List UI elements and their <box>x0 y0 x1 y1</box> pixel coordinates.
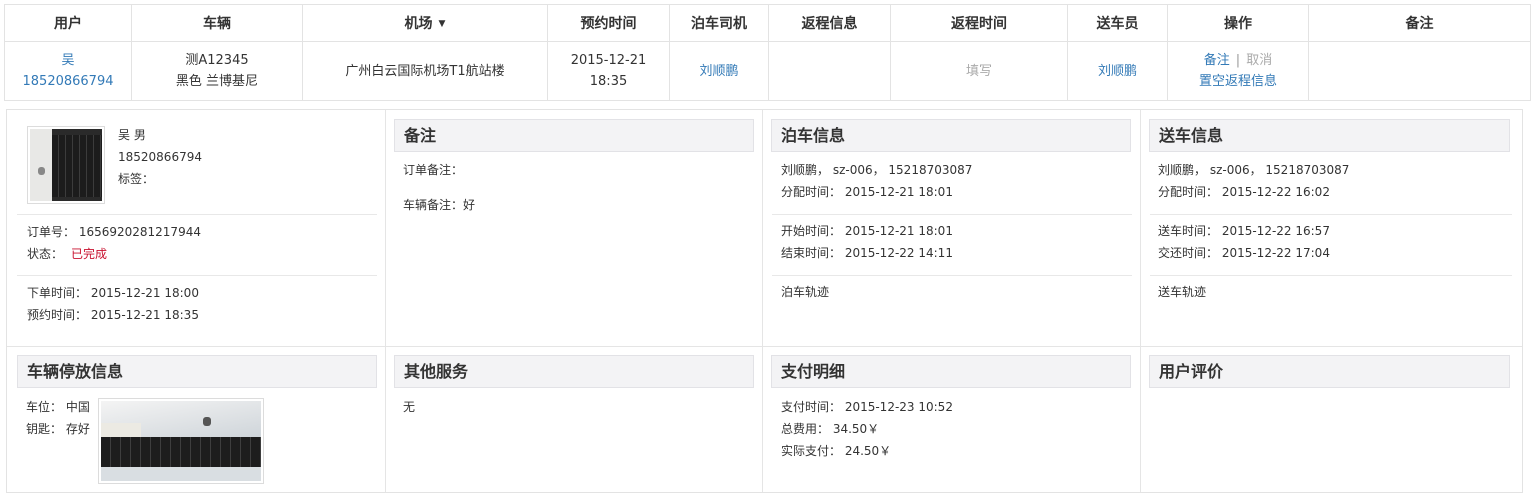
customer-phone: 18520866794 <box>118 150 202 164</box>
header-vehicle: 车辆 <box>131 4 303 42</box>
user-phone-link[interactable]: 18520866794 <box>5 71 131 92</box>
header-airport[interactable]: 机场 ▼ <box>302 4 548 42</box>
cell-vehicle: 测A12345 黑色 兰博基尼 <box>131 41 303 101</box>
customer-avatar <box>27 126 105 204</box>
action-separator: | <box>1235 53 1241 68</box>
parking-assign-time: 分配时间： 2015-12-21 18:01 <box>781 185 953 199</box>
cell-delivery: 刘顺鹏 <box>1067 41 1168 101</box>
parking-title: 泊车信息 <box>771 119 1131 152</box>
orders-table: 用户 车辆 机场 ▼ 预约时间 泊车司机 返程信息 返程时间 送车员 操作 备注 … <box>4 4 1531 101</box>
payment-title: 支付明细 <box>771 355 1131 388</box>
sort-caret-icon[interactable]: ▼ <box>439 19 446 29</box>
parking-driver-link[interactable]: 刘顺鹏 <box>699 64 738 79</box>
parking-end-time: 结束时间： 2015-12-22 14:11 <box>781 246 953 260</box>
order-remark: 订单备注： <box>403 163 464 177</box>
header-remark: 备注 <box>1308 4 1531 42</box>
remarks-title: 备注 <box>394 119 754 152</box>
payment-section: 支付明细 支付时间： 2015-12-23 10:52 总费用： 34.50￥ … <box>762 346 1140 492</box>
other-services-value: 无 <box>403 400 416 414</box>
status-badge: 已完成 <box>71 247 108 261</box>
header-return-time: 返程时间 <box>890 4 1068 42</box>
order-number: 订单号： 1656920281217944 <box>27 225 201 239</box>
review-section: 用户评价 <box>1140 346 1522 492</box>
header-parking-driver: 泊车司机 <box>669 4 769 42</box>
table-row[interactable]: 吴 18520866794 测A12345 黑色 兰博基尼 广州白云国际机场T1… <box>4 41 1531 101</box>
parking-spot: 车位： 中国 <box>26 400 90 414</box>
parking-track-link[interactable]: 泊车轨迹 <box>781 284 829 300</box>
clear-return-info-link[interactable]: 置空返程信息 <box>1199 74 1277 89</box>
cell-return-time: 填写 <box>890 41 1068 101</box>
handover-time: 交还时间： 2015-12-22 17:04 <box>1158 246 1330 260</box>
cell-return-info <box>768 41 891 101</box>
reserve-date: 2015-12-21 <box>570 53 647 68</box>
header-action: 操作 <box>1167 4 1309 42</box>
plate-number: 测A12345 <box>185 53 249 68</box>
user-name-link[interactable]: 吴 <box>5 50 131 71</box>
key-status: 钥匙： 存好 <box>26 422 90 436</box>
order-status: 状态： 已完成 <box>27 246 107 262</box>
remarks-section: 备注 订单备注： 车辆备注：好 <box>385 110 762 346</box>
order-time: 下单时间： 2015-12-21 18:00 <box>27 286 199 300</box>
order-detail-panel: 吴 男 18520866794 标签： 订单号： 165692028121794… <box>6 109 1523 493</box>
header-return-info: 返程信息 <box>768 4 891 42</box>
delivery-time: 送车时间： 2015-12-22 16:57 <box>1158 224 1330 238</box>
other-services-title: 其他服务 <box>394 355 754 388</box>
remark-action-link[interactable]: 备注 <box>1204 53 1230 68</box>
cell-remark <box>1308 41 1531 101</box>
table-header-row: 用户 车辆 机场 ▼ 预约时间 泊车司机 返程信息 返程时间 送车员 操作 备注 <box>4 4 1531 42</box>
header-airport-label: 机场 <box>404 16 433 32</box>
parking-driver-info: 刘顺鹏， sz-006， 15218703087 <box>781 163 973 177</box>
other-services-section: 其他服务 无 <box>385 346 762 492</box>
cell-airport: 广州白云国际机场T1航站楼 <box>302 41 548 101</box>
payment-actual: 实际支付： 24.50￥ <box>781 444 892 458</box>
storage-title: 车辆停放信息 <box>17 355 377 388</box>
header-reserve-time: 预约时间 <box>547 4 670 42</box>
delivery-driver-link[interactable]: 刘顺鹏 <box>1098 64 1137 79</box>
delivery-assign-time: 分配时间： 2015-12-22 16:02 <box>1158 185 1330 199</box>
header-user: 用户 <box>4 4 132 42</box>
delivery-track-link[interactable]: 送车轨迹 <box>1158 284 1206 300</box>
cancel-action-link[interactable]: 取消 <box>1246 53 1272 68</box>
fill-return-time-link[interactable]: 填写 <box>966 64 992 79</box>
car-description: 黑色 兰博基尼 <box>175 74 259 89</box>
customer-tags: 标签： <box>118 172 155 186</box>
delivery-driver-info: 刘顺鹏， sz-006， 15218703087 <box>1158 163 1350 177</box>
parking-photo[interactable] <box>98 398 264 484</box>
delivery-section: 送车信息 刘顺鹏， sz-006， 15218703087 分配时间： 2015… <box>1140 110 1522 346</box>
payment-time: 支付时间： 2015-12-23 10:52 <box>781 400 953 414</box>
cell-user: 吴 18520866794 <box>4 41 132 101</box>
parking-start-time: 开始时间： 2015-12-21 18:01 <box>781 224 953 238</box>
header-delivery: 送车员 <box>1067 4 1168 42</box>
payment-total: 总费用： 34.50￥ <box>781 422 880 436</box>
parking-section: 泊车信息 刘顺鹏， sz-006， 15218703087 分配时间： 2015… <box>762 110 1140 346</box>
status-label: 状态： <box>27 247 64 261</box>
cell-action: 备注 | 取消 置空返程信息 <box>1167 41 1309 101</box>
reserve-time: 预约时间： 2015-12-21 18:35 <box>27 308 199 322</box>
review-title: 用户评价 <box>1149 355 1510 388</box>
reserve-clock: 18:35 <box>589 74 628 89</box>
storage-section: 车辆停放信息 车位： 中国 钥匙： 存好 <box>7 346 385 492</box>
customer-section: 吴 男 18520866794 标签： 订单号： 165692028121794… <box>7 110 385 346</box>
delivery-title: 送车信息 <box>1149 119 1510 152</box>
cell-reserve-time: 2015-12-21 18:35 <box>547 41 670 101</box>
vehicle-remark: 车辆备注：好 <box>403 198 476 212</box>
cell-parking-driver: 刘顺鹏 <box>669 41 769 101</box>
customer-name-gender: 吴 男 <box>118 128 146 142</box>
